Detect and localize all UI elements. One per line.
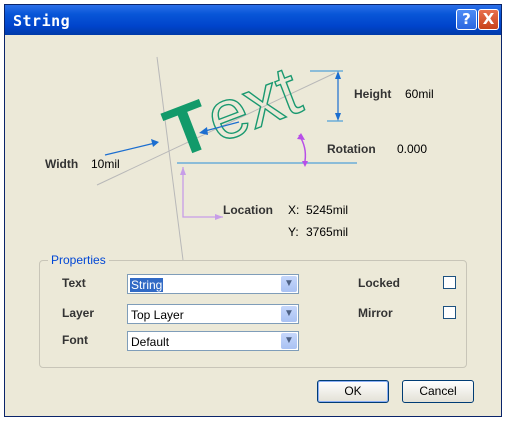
- dialog-body: T ext Height 60mil Rotation 0.000 Width …: [5, 35, 501, 416]
- text-combobox[interactable]: String ▼: [127, 274, 299, 294]
- height-arrow-up-icon: [335, 71, 341, 79]
- height-value: 60mil: [405, 87, 434, 101]
- close-button[interactable]: X: [478, 9, 499, 30]
- help-button[interactable]: ?: [456, 9, 477, 30]
- width-arrow-right-icon: [151, 139, 159, 147]
- rotation-arrow-icon: [297, 133, 305, 140]
- location-arrow-right-icon: [215, 214, 223, 220]
- height-label: Height: [354, 87, 392, 101]
- string-diagram: T ext Height 60mil Rotation 0.000 Width …: [5, 35, 501, 261]
- cancel-button[interactable]: Cancel: [402, 380, 474, 403]
- dialog-title: String: [13, 12, 71, 30]
- mirror-checkbox[interactable]: [443, 306, 456, 319]
- height-arrow-down-icon: [335, 113, 341, 121]
- help-icon: ?: [462, 10, 471, 28]
- locked-checkbox[interactable]: [443, 276, 456, 289]
- chevron-down-icon[interactable]: ▼: [281, 333, 297, 349]
- properties-legend: Properties: [48, 253, 109, 267]
- rotation-arrow-icon: [302, 161, 308, 167]
- text-field-label: Text: [62, 276, 86, 290]
- font-combobox[interactable]: Default ▼: [127, 331, 299, 351]
- location-y-value: 3765mil: [306, 225, 349, 239]
- string-dialog: String ? X T ext Height 60mil Rotation 0…: [4, 4, 502, 417]
- layer-combobox[interactable]: Top Layer ▼: [127, 304, 299, 324]
- locked-label: Locked: [358, 276, 401, 290]
- sample-text-graphic: T ext: [154, 50, 311, 173]
- title-bar[interactable]: String ? X: [5, 5, 501, 35]
- chevron-down-icon[interactable]: ▼: [281, 276, 297, 292]
- layer-combobox-value: Top Layer: [131, 308, 184, 322]
- mirror-label: Mirror: [358, 306, 393, 320]
- ok-button[interactable]: OK: [317, 380, 389, 403]
- location-marker: [182, 167, 223, 218]
- location-y-label: Y:: [288, 225, 299, 239]
- layer-field-label: Layer: [62, 306, 95, 320]
- chevron-down-icon[interactable]: ▼: [281, 306, 297, 322]
- location-label: Location: [223, 203, 273, 217]
- width-value: 10mil: [91, 157, 120, 171]
- width-label: Width: [45, 157, 79, 171]
- font-field-label: Font: [62, 333, 88, 347]
- location-x-value: 5245mil: [306, 203, 349, 217]
- properties-group: Properties Text String ▼ Layer Top Layer…: [39, 253, 467, 368]
- font-combobox-value: Default: [131, 335, 170, 349]
- width-dimension-line-left: [104, 142, 156, 156]
- text-combobox-value: String: [130, 278, 164, 292]
- location-x-label: X:: [288, 203, 300, 217]
- rotation-value: 0.000: [397, 142, 428, 156]
- close-icon: X: [482, 10, 495, 28]
- rotation-label: Rotation: [327, 142, 376, 156]
